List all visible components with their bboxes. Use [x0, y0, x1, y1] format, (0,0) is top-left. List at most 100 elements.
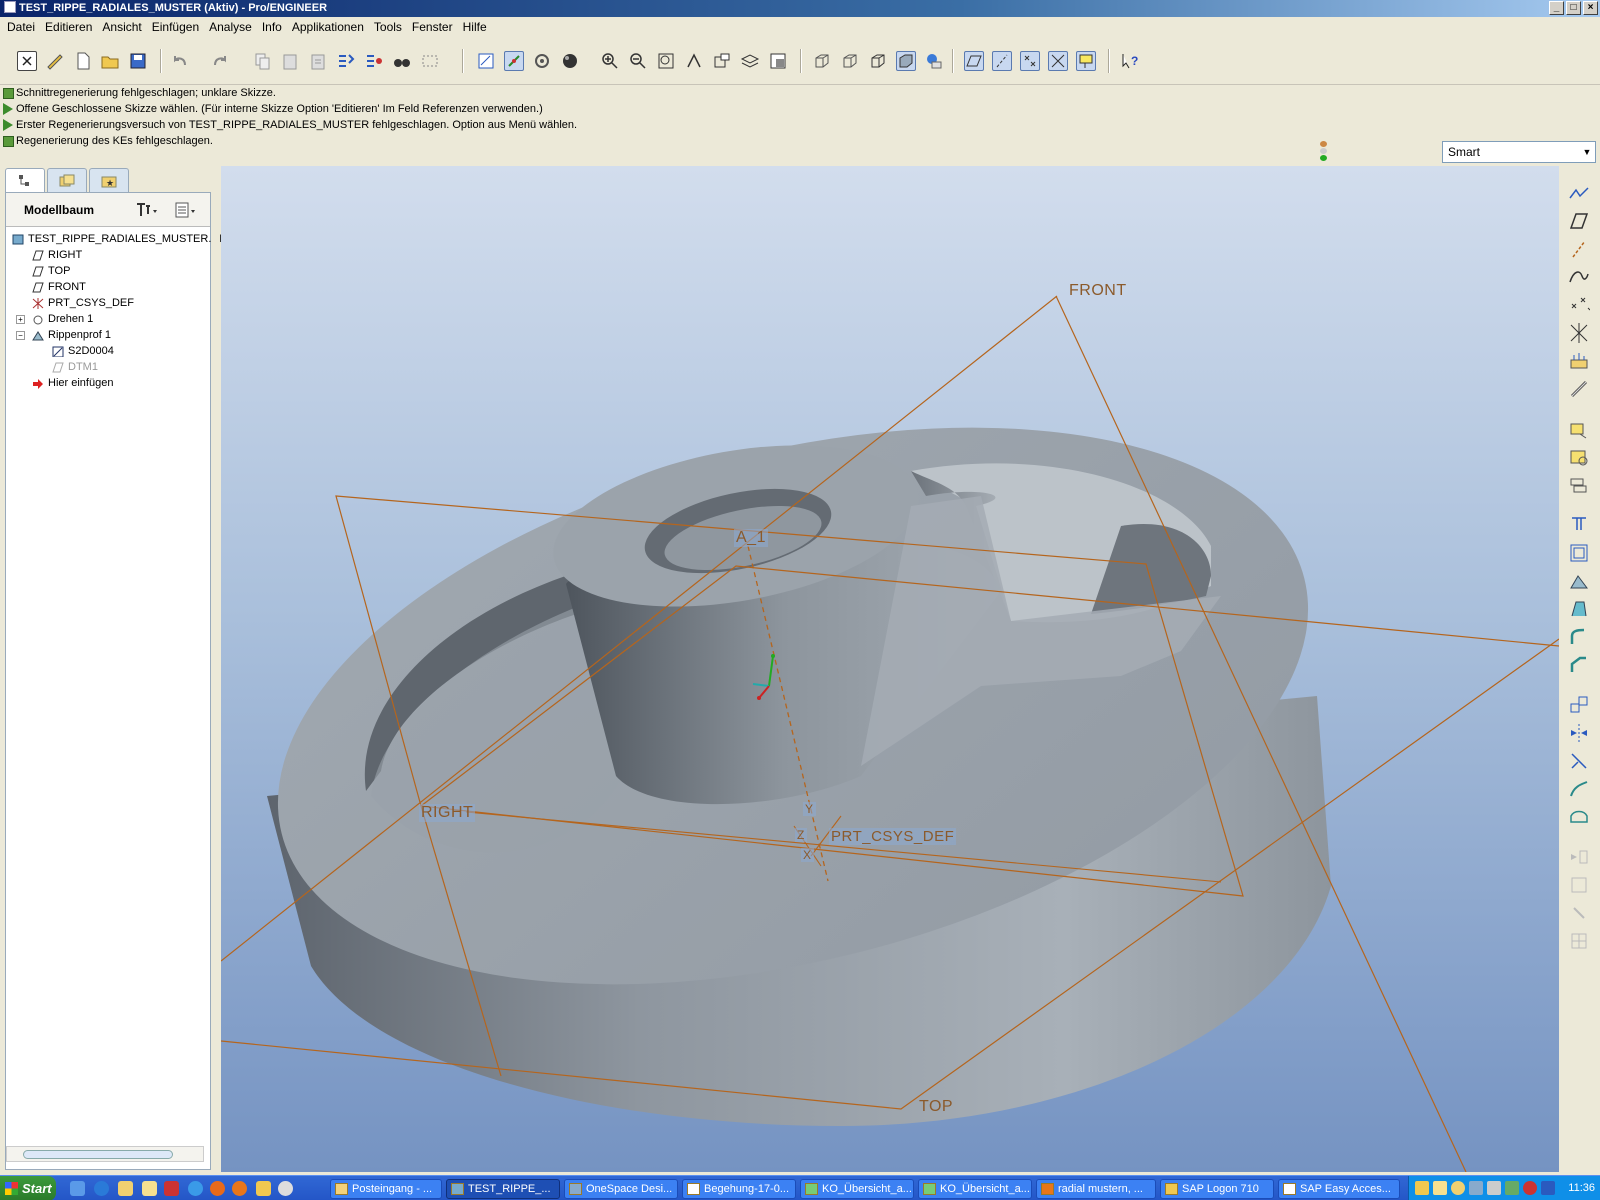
quicklaunch-browser-icon[interactable] — [188, 1181, 203, 1196]
quicklaunch-media-icon[interactable] — [278, 1181, 293, 1196]
tree-horizontal-scrollbar[interactable] — [6, 1146, 204, 1162]
view-manager-icon[interactable] — [768, 51, 788, 71]
sweep-tool-icon[interactable] — [1568, 474, 1590, 496]
save-icon[interactable] — [128, 51, 148, 71]
datum-label-front[interactable]: FRONT — [1069, 282, 1127, 300]
spin-center-icon[interactable] — [504, 51, 524, 71]
datum-axis-tool-icon[interactable] — [1568, 238, 1590, 260]
quicklaunch-outlook-icon[interactable] — [118, 1181, 133, 1196]
graphics-viewport[interactable]: FRONT RIGHT TOP A_1 PRT_CSYS_DEF Y Z X — [221, 166, 1559, 1172]
tree-node-rib[interactable]: − Rippenprof 1 — [16, 327, 111, 343]
selection-box-icon[interactable] — [420, 51, 440, 71]
shaded-icon[interactable] — [896, 51, 916, 71]
reorient-icon[interactable] — [684, 51, 704, 71]
tray-folder-icon[interactable] — [1415, 1181, 1429, 1195]
menu-info[interactable]: Info — [257, 20, 287, 34]
menu-datei[interactable]: Datei — [2, 20, 40, 34]
tray-clock[interactable]: 11:36 — [1568, 1182, 1595, 1194]
task-button-posteingang[interactable]: Posteingang - ... — [330, 1179, 442, 1199]
saved-views-icon[interactable] — [712, 51, 732, 71]
draft-tool-icon[interactable] — [1568, 598, 1590, 620]
menu-editieren[interactable]: Editieren — [40, 20, 97, 34]
tray-mail-icon[interactable] — [1433, 1181, 1447, 1195]
regenerate-icon[interactable] — [336, 51, 356, 71]
quicklaunch-firefox-icon[interactable] — [232, 1181, 247, 1196]
datum-plane-tool-icon[interactable] — [1568, 210, 1590, 232]
menu-tools[interactable]: Tools — [369, 20, 407, 34]
chevron-down-icon[interactable]: ▼ — [1579, 142, 1595, 162]
mirror-tool-icon[interactable] — [1568, 722, 1590, 744]
tray-outlook-icon[interactable] — [1451, 1181, 1465, 1195]
layers-icon[interactable] — [740, 51, 760, 71]
close-window-icon[interactable] — [17, 51, 37, 71]
context-help-icon[interactable]: ? — [1120, 51, 1140, 71]
tree-node-top[interactable]: TOP — [32, 263, 70, 279]
chain-tool-icon[interactable] — [1568, 378, 1590, 400]
paste-special-icon[interactable] — [308, 51, 328, 71]
expand-icon[interactable]: + — [16, 314, 25, 324]
tab-favorites[interactable]: ★ — [89, 168, 129, 192]
tree-node-csys[interactable]: PRT_CSYS_DEF — [32, 295, 134, 311]
menu-fenster[interactable]: Fenster — [407, 20, 458, 34]
copy-icon[interactable] — [252, 51, 272, 71]
undo-icon[interactable] — [170, 51, 190, 71]
trim-tool-icon[interactable] — [1568, 778, 1590, 800]
tray-security-icon[interactable] — [1487, 1181, 1501, 1195]
task-button-ko-uebersicht-2[interactable]: KO_Übersicht_a... — [918, 1179, 1032, 1199]
refit-icon[interactable] — [656, 51, 676, 71]
edit-icon[interactable] — [45, 51, 65, 71]
close-button[interactable]: × — [1583, 1, 1598, 15]
minimize-button[interactable]: _ — [1549, 1, 1564, 15]
quicklaunch-ie-icon[interactable] — [94, 1181, 109, 1196]
task-button-sap-logon[interactable]: SAP Logon 710 — [1160, 1179, 1274, 1199]
zoom-in-icon[interactable] — [600, 51, 620, 71]
tray-update-icon[interactable] — [1505, 1181, 1519, 1195]
scrollbar-thumb[interactable] — [23, 1150, 173, 1159]
model-tree-display-icon[interactable] — [924, 51, 944, 71]
tray-volume-icon[interactable] — [1541, 1181, 1555, 1195]
start-button[interactable]: Start — [0, 1176, 56, 1200]
maximize-button[interactable]: □ — [1566, 1, 1581, 15]
quicklaunch-desktop-icon[interactable] — [70, 1181, 85, 1196]
shell-tool-icon[interactable] — [1568, 542, 1590, 564]
task-button-radial-mustern[interactable]: radial mustern, ... — [1036, 1179, 1156, 1199]
tree-node-front[interactable]: FRONT — [32, 279, 86, 295]
extrude-tool-icon[interactable] — [1568, 418, 1590, 440]
repaint-icon[interactable] — [476, 51, 496, 71]
tree-settings-icon[interactable] — [134, 200, 157, 220]
menu-hilfe[interactable]: Hilfe — [458, 20, 492, 34]
chamfer-tool-icon[interactable] — [1568, 654, 1590, 676]
rib-tool-icon[interactable] — [1568, 570, 1590, 592]
annotations-toggle-icon[interactable] — [1076, 51, 1096, 71]
tree-columns-icon[interactable] — [174, 200, 196, 220]
csys-label[interactable]: PRT_CSYS_DEF — [829, 828, 957, 845]
orient-mode-icon[interactable] — [532, 51, 552, 71]
datum-planes-toggle-icon[interactable] — [964, 51, 984, 71]
redo-icon[interactable] — [210, 51, 230, 71]
regen-manager-icon[interactable] — [364, 51, 384, 71]
quicklaunch-view-icon[interactable] — [164, 1181, 179, 1196]
tray-network-icon[interactable] — [1469, 1181, 1483, 1195]
hidden-line-icon[interactable] — [840, 51, 860, 71]
analysis-tool-icon[interactable] — [1568, 350, 1590, 372]
find-binoculars-icon[interactable] — [392, 51, 412, 71]
offset-tool-icon[interactable] — [1568, 806, 1590, 828]
merge-tool-icon[interactable] — [1568, 750, 1590, 772]
panel-splitter[interactable] — [212, 165, 220, 1175]
no-hidden-icon[interactable] — [868, 51, 888, 71]
datum-curve-tool-icon[interactable] — [1568, 266, 1590, 288]
tab-model-tree[interactable] — [5, 168, 45, 192]
tree-node-part[interactable]: TEST_RIPPE_RADIALES_MUSTER.PI — [12, 231, 222, 247]
round-tool-icon[interactable] — [1568, 626, 1590, 648]
wireframe-icon[interactable] — [812, 51, 832, 71]
zoom-out-icon[interactable] — [628, 51, 648, 71]
datum-axis-label-a1[interactable]: A_1 — [734, 529, 768, 547]
datum-points-toggle-icon[interactable] — [1020, 51, 1040, 71]
datum-point-tool-icon[interactable] — [1568, 294, 1591, 316]
menu-einfuegen[interactable]: Einfügen — [147, 20, 204, 34]
tab-folder-browser[interactable] — [47, 168, 87, 192]
menu-ansicht[interactable]: Ansicht — [97, 20, 146, 34]
task-button-proengineer[interactable]: TEST_RIPPE_... — [446, 1179, 560, 1199]
quicklaunch-explorer-icon[interactable] — [256, 1181, 271, 1196]
tree-node-dtm1[interactable]: DTM1 — [52, 359, 98, 375]
